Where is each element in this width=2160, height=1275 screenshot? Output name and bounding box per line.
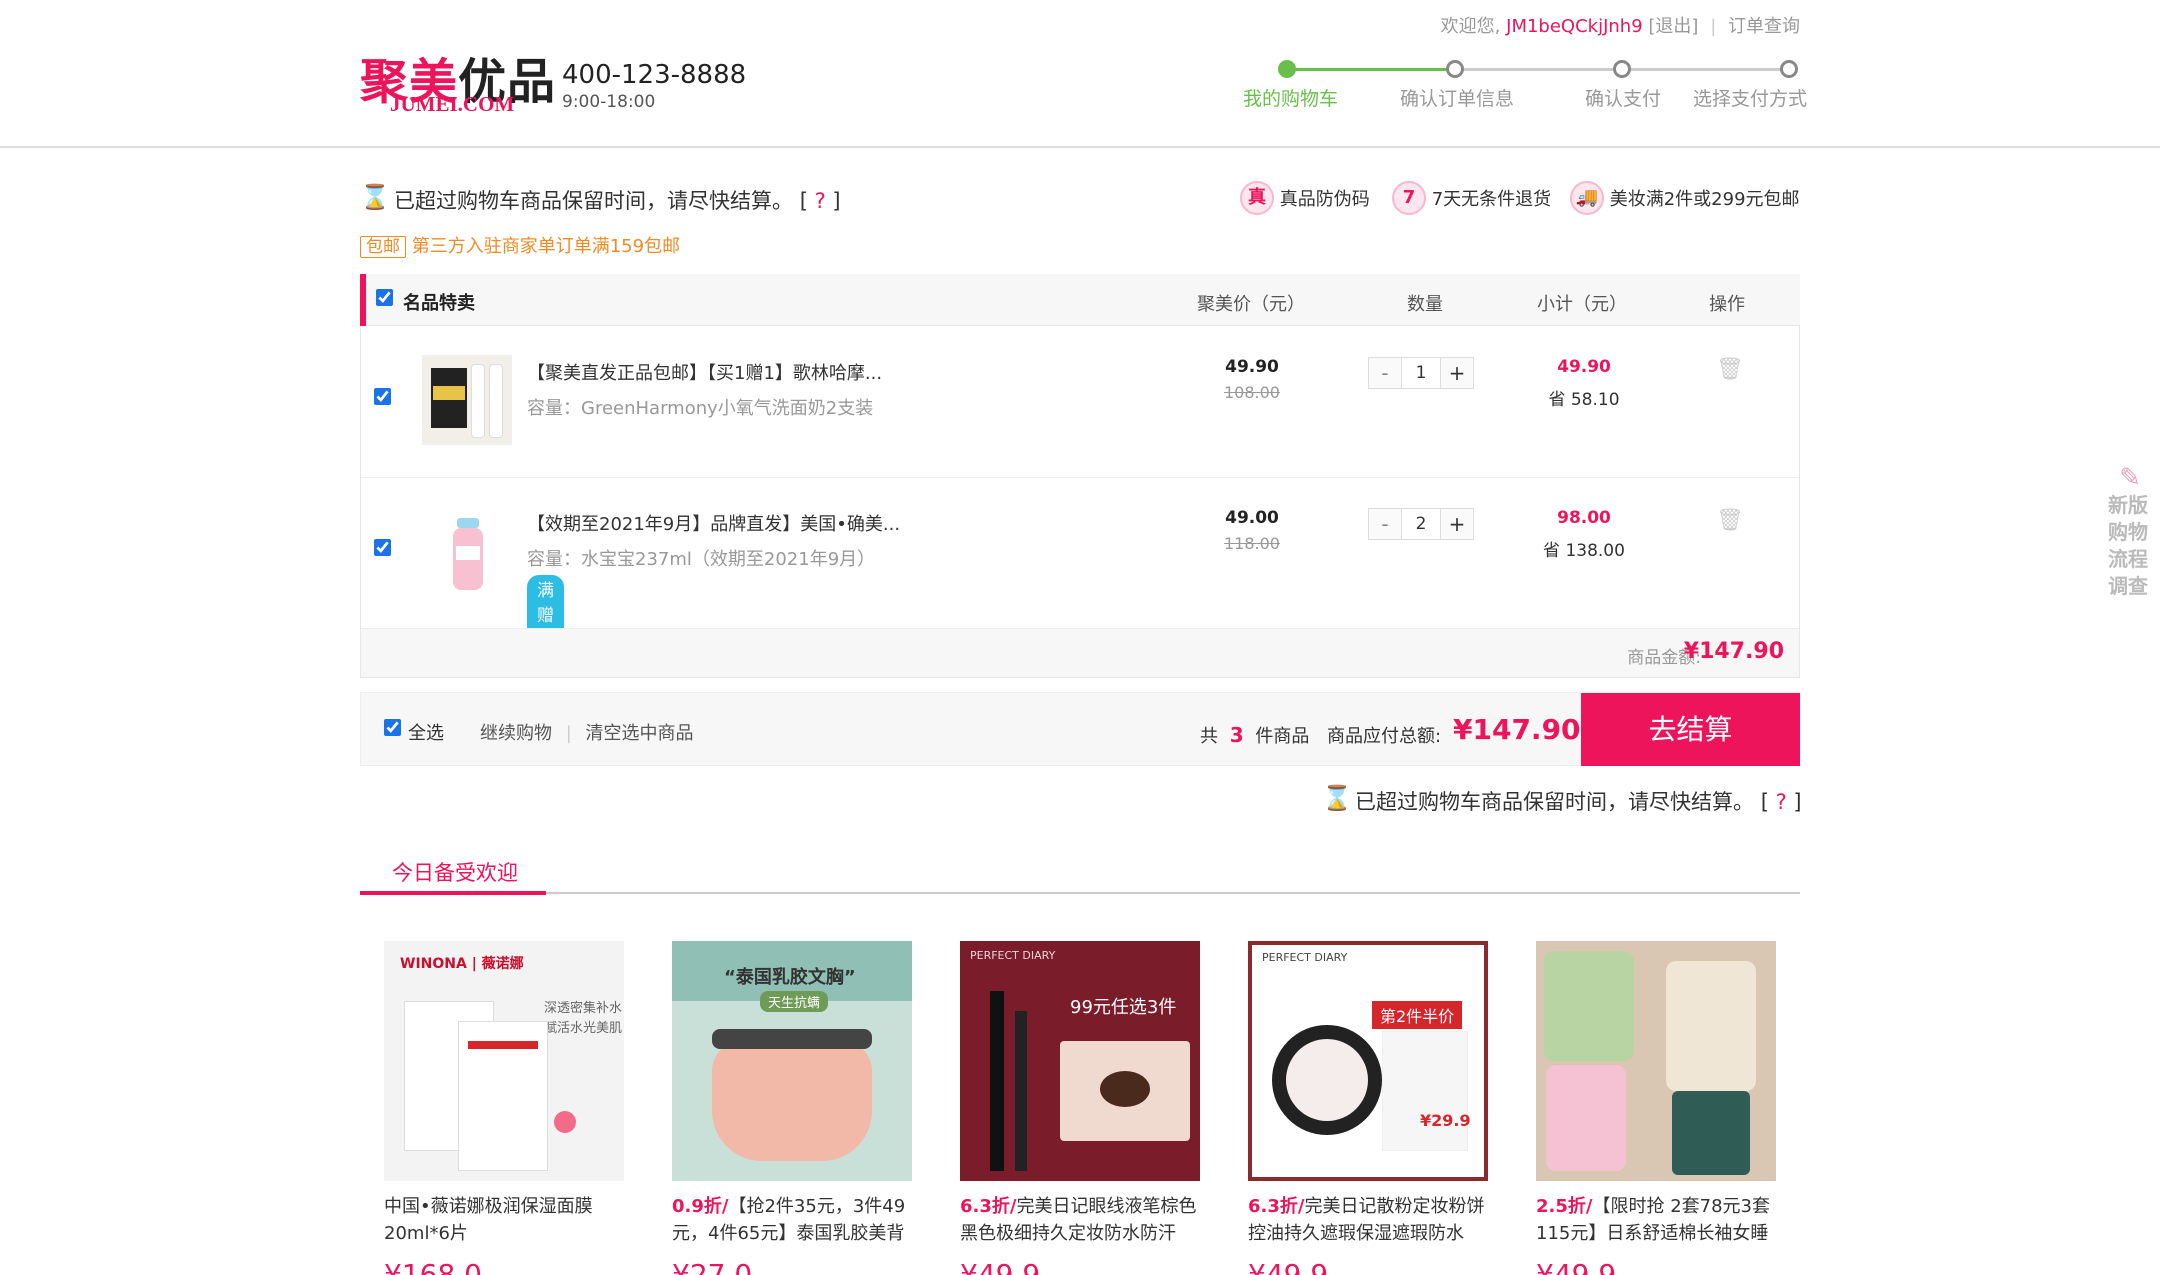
popular-divider xyxy=(360,892,1800,894)
authentic-icon: 真 xyxy=(1240,181,1274,215)
truck-icon: 🚚 xyxy=(1570,181,1604,215)
qty-input[interactable]: 1 xyxy=(1401,358,1441,388)
logo-en: JUMEI.COM xyxy=(390,92,515,116)
product-image[interactable]: PERFECT DIARY 第2件半价 ¥29.9 xyxy=(1248,941,1488,1181)
quantity-stepper: - 1 + xyxy=(1368,357,1474,389)
expired-notice-bottom: 已超过购物车商品保留时间，请尽快结算。 [ ? ] xyxy=(1355,790,1802,814)
hourglass-icon: ⌛ xyxy=(360,183,390,211)
step-dot-confirm xyxy=(1446,60,1464,78)
welcome-text: 欢迎您, xyxy=(1440,16,1501,37)
username-link[interactable]: JM1beQCkjJnh9 xyxy=(1506,16,1643,37)
expired-notice: 已超过购物车商品保留时间，请尽快结算。 [ ? ] xyxy=(394,189,841,213)
item-price: 49.90 xyxy=(1225,357,1279,377)
total-value: ¥147.90 xyxy=(1453,713,1581,746)
product-price: ¥49.9 xyxy=(1536,1258,1617,1275)
product-name[interactable]: 中国•薇诺娜极润保湿面膜20ml*6片 xyxy=(384,1193,634,1247)
step-dot-cart xyxy=(1278,60,1296,78)
item-old-price: 118.00 xyxy=(1224,534,1280,553)
quantity-stepper: - 2 + xyxy=(1368,508,1474,540)
item-price: 49.00 xyxy=(1225,508,1279,528)
step-label-pay: 确认支付 xyxy=(1585,88,1662,110)
step-label-confirm: 确认订单信息 xyxy=(1400,88,1515,110)
product-price: ¥168.0 xyxy=(384,1258,482,1275)
logout-link[interactable]: [退出] xyxy=(1648,16,1698,37)
product-price: ¥49.9 xyxy=(960,1258,1041,1275)
store-name: 名品特卖 xyxy=(403,293,475,314)
product-image[interactable]: “泰国乳胶文胸” 天生抗螨 xyxy=(672,941,912,1181)
service-phone: 400-123-8888 xyxy=(562,60,747,90)
item-count: 共 3 件商品 xyxy=(1200,723,1310,747)
product-name[interactable]: 2.5折/【限时抢 2套78元3套115元】日系舒适棉长袖女睡 xyxy=(1536,1193,1786,1247)
total-label: 商品应付总额: xyxy=(1327,726,1442,747)
item-subtotal: 49.90 xyxy=(1557,357,1611,377)
amount-value: ¥147.90 xyxy=(1683,639,1784,664)
free-shipping-badge: 包邮 xyxy=(360,236,406,258)
product-name[interactable]: 6.3折/完美日记散粉定妆粉饼控油持久遮瑕保湿遮瑕防水 xyxy=(1248,1193,1498,1247)
qty-decrease-button[interactable]: - xyxy=(1369,509,1401,539)
product-image[interactable]: WINONA | 薇诺娜 深透密集补水 赋活水光美肌 xyxy=(384,941,624,1181)
item-title[interactable]: 【聚美直发正品包邮】【买1赠1】歌林哈摩... xyxy=(527,359,882,385)
step-label-method: 选择支付方式 xyxy=(1693,88,1808,110)
seven-day-icon: 7 xyxy=(1392,181,1426,215)
select-all-label[interactable]: 全选 xyxy=(408,719,444,745)
hourglass-icon: ⌛ xyxy=(1322,784,1352,812)
step-dot-pay xyxy=(1613,60,1631,78)
item-thumbnail[interactable] xyxy=(422,507,512,597)
select-all-checkbox[interactable] xyxy=(384,719,401,736)
row-divider xyxy=(361,477,1799,478)
delete-icon[interactable]: 🗑 xyxy=(1716,357,1744,382)
cart-table xyxy=(360,274,1800,678)
col-price: 聚美价（元） xyxy=(1197,294,1305,315)
item-spec: 容量：水宝宝237ml（效期至2021年9月） xyxy=(527,549,876,570)
product-price: ¥27.0 xyxy=(672,1258,753,1275)
clear-selected-link[interactable]: 清空选中商品 xyxy=(586,723,694,744)
checkout-button[interactable]: 去结算 xyxy=(1581,693,1800,766)
order-query-link[interactable]: 订单查询 xyxy=(1728,16,1800,37)
item-title[interactable]: 【效期至2021年9月】品牌直发】美国•确美... xyxy=(527,510,900,536)
help-link[interactable]: ? xyxy=(815,189,826,213)
qty-decrease-button[interactable]: - xyxy=(1369,358,1401,388)
delete-icon[interactable]: 🗑 xyxy=(1716,508,1744,533)
guarantee-authentic: 真 真品防伪码 xyxy=(1240,181,1370,215)
item-thumbnail[interactable] xyxy=(422,355,512,445)
popular-title[interactable]: 今日备受欢迎 xyxy=(392,857,518,887)
survey-label: 新版购物流程调查 xyxy=(2108,493,2148,598)
popular-tab-indicator xyxy=(360,891,546,895)
item-checkbox[interactable] xyxy=(374,388,391,405)
survey-float[interactable]: ✎ 新版购物流程调查 xyxy=(2100,465,2160,600)
item-spec: 容量：GreenHarmony小氧气洗面奶2支装 xyxy=(527,398,874,419)
service-hours: 9:00-18:00 xyxy=(562,92,656,112)
product-price: ¥49.9 xyxy=(1248,1258,1329,1275)
step-dot-method xyxy=(1780,60,1798,78)
continue-shopping-link[interactable]: 继续购物 xyxy=(480,723,552,744)
col-subtotal: 小计（元） xyxy=(1537,294,1627,315)
product-name[interactable]: 6.3折/完美日记眼线液笔棕色黑色极细持久定妆防水防汗 xyxy=(960,1193,1210,1247)
qty-input[interactable]: 2 xyxy=(1401,509,1441,539)
guarantee-shipping: 🚚 美妆满2件或299元包邮 xyxy=(1570,181,1800,215)
qty-increase-button[interactable]: + xyxy=(1441,509,1473,539)
amount-row: 商品金额: ¥147.90 xyxy=(361,628,1799,677)
item-subtotal: 98.00 xyxy=(1557,508,1611,528)
qty-increase-button[interactable]: + xyxy=(1441,358,1473,388)
item-old-price: 108.00 xyxy=(1224,383,1280,402)
free-shipping-notice: 包邮 第三方入驻商家单订单满159包邮 xyxy=(360,232,680,258)
progress-line-done xyxy=(1287,68,1457,71)
col-qty: 数量 xyxy=(1407,294,1443,315)
product-image[interactable]: PERFECT DIARY 99元任选3件 xyxy=(960,941,1200,1181)
help-link[interactable]: ? xyxy=(1776,790,1787,814)
item-savings: 省 138.00 xyxy=(1543,541,1625,561)
page-header: 聚美优品 JUMEI.COM 400-123-8888 9:00-18:00 欢… xyxy=(0,0,2160,148)
store-checkbox[interactable] xyxy=(376,289,393,306)
item-checkbox[interactable] xyxy=(374,539,391,556)
product-image[interactable] xyxy=(1536,941,1776,1181)
cart-actions: 继续购物 | 清空选中商品 xyxy=(480,723,694,744)
item-savings: 省 58.10 xyxy=(1548,390,1620,410)
guarantee-return: 7 7天无条件退货 xyxy=(1392,181,1551,215)
step-label-cart: 我的购物车 xyxy=(1243,88,1339,110)
top-user-nav: 欢迎您, JM1beQCkjJnh9 [退出] | 订单查询 xyxy=(1440,16,1800,37)
col-action: 操作 xyxy=(1709,294,1745,315)
pencil-icon: ✎ xyxy=(2119,463,2141,493)
product-name[interactable]: 0.9折/【抢2件35元，3件49元，4件65元】泰国乳胶美背 xyxy=(672,1193,922,1247)
